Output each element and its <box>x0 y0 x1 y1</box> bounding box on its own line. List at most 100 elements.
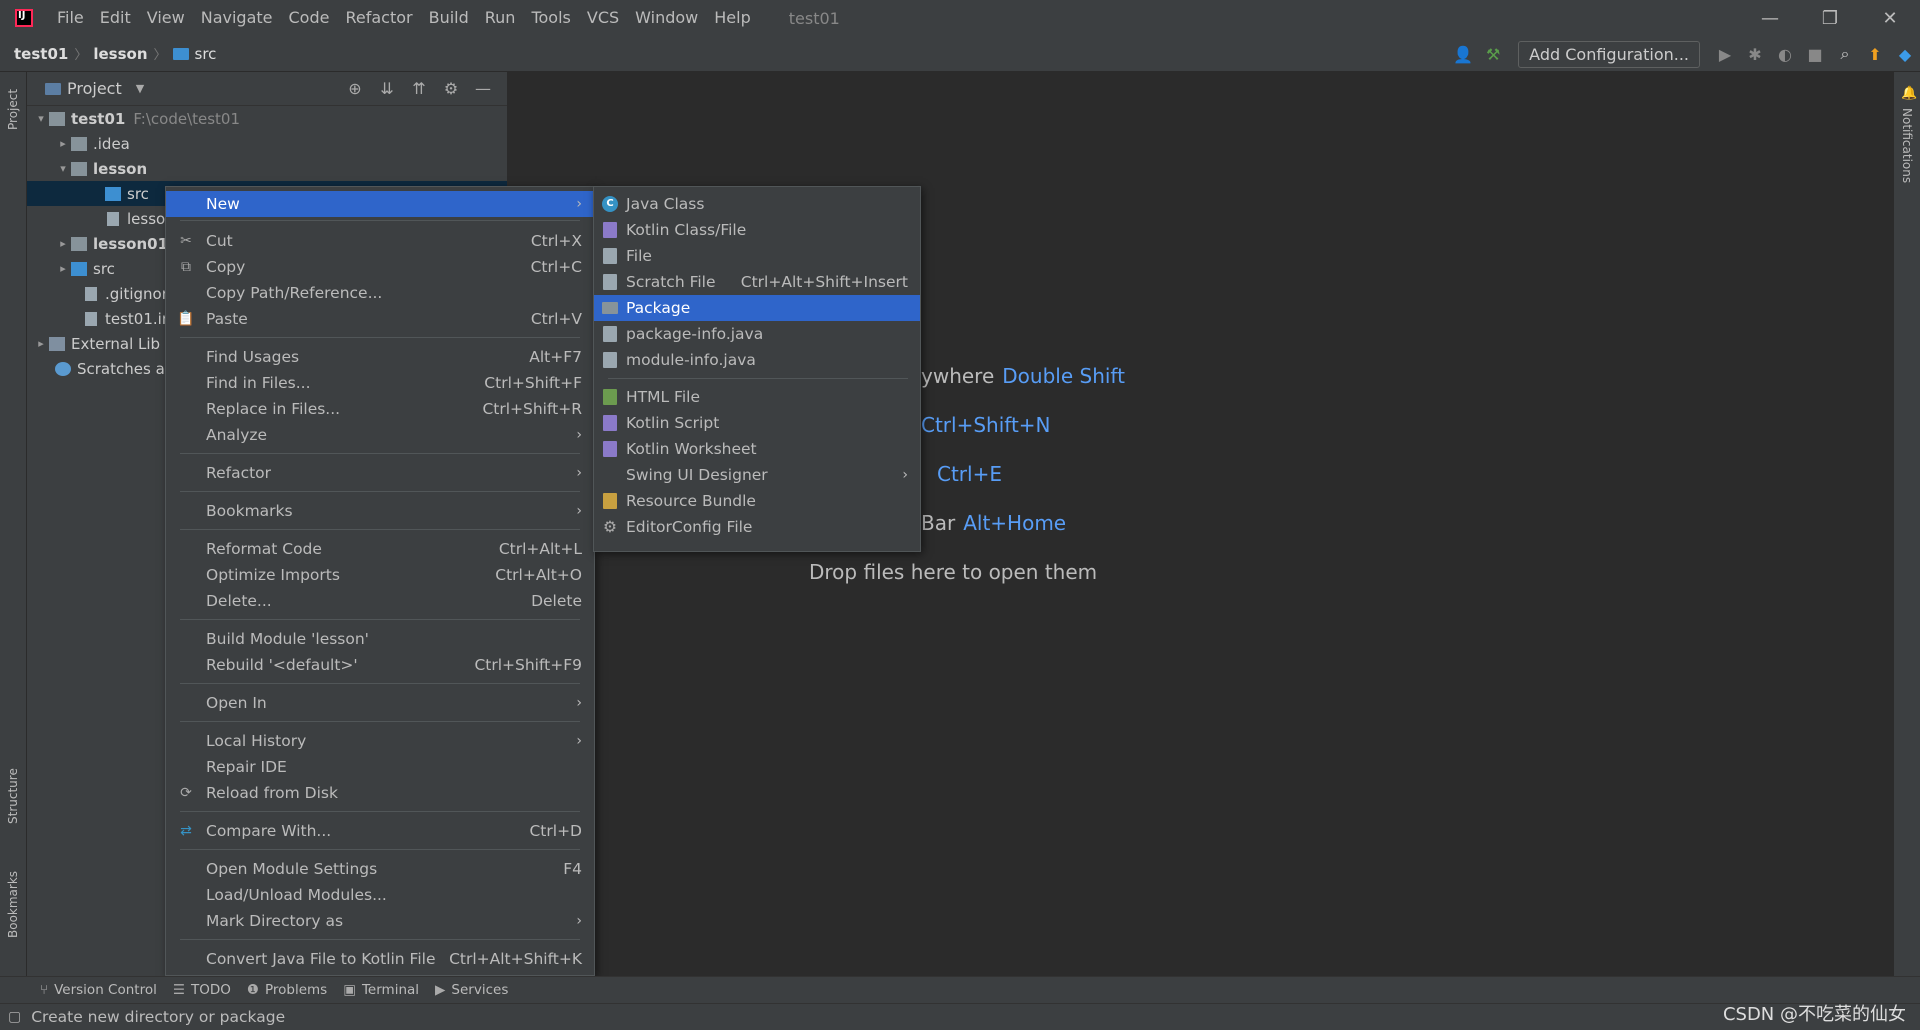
project-panel-title[interactable]: Project <box>67 79 122 98</box>
menu-item-cut[interactable]: ✂ Cut Ctrl+X <box>166 228 594 254</box>
jetbrains-toolbox-icon[interactable]: ◆ <box>1890 45 1920 64</box>
menu-edit[interactable]: Edit <box>92 0 139 36</box>
breadcrumb-root[interactable]: test01 <box>14 45 68 63</box>
close-icon[interactable]: ✕ <box>1860 0 1920 36</box>
submenu-item-kotlin-script[interactable]: Kotlin Script <box>594 410 920 436</box>
coverage-icon[interactable]: ◐ <box>1770 45 1800 64</box>
menu-item-analyze[interactable]: Analyze › <box>166 422 594 448</box>
menu-item-paste[interactable]: 📋 Paste Ctrl+V <box>166 306 594 332</box>
submenu-item-module-info[interactable]: module-info.java <box>594 347 920 373</box>
debug-icon[interactable]: ✱ <box>1740 45 1770 64</box>
menu-view[interactable]: View <box>139 0 193 36</box>
menu-item-open-in[interactable]: Open In › <box>166 690 594 716</box>
menu-help[interactable]: Help <box>706 0 758 36</box>
menu-file[interactable]: File <box>49 0 92 36</box>
menu-tools[interactable]: Tools <box>523 0 578 36</box>
submenu-item-html-file[interactable]: HTML File <box>594 384 920 410</box>
structure-tool-tab[interactable]: Structure <box>6 768 20 824</box>
submenu-item-package[interactable]: Package <box>594 295 920 321</box>
java-class-icon: C <box>602 196 618 212</box>
menu-refactor[interactable]: Refactor <box>337 0 420 36</box>
menu-item-new[interactable]: New › <box>166 191 594 217</box>
user-icon[interactable]: 👤 <box>1448 45 1478 64</box>
menu-item-refactor[interactable]: Refactor › <box>166 460 594 486</box>
chevron-right-icon: › <box>576 733 582 749</box>
restore-icon[interactable]: ❐ <box>1800 0 1860 36</box>
project-tool-tab[interactable]: Project <box>6 89 20 130</box>
breadcrumb-module[interactable]: lesson <box>93 45 147 63</box>
folder-icon <box>172 47 189 60</box>
tree-row[interactable]: ▾ test01 F:\code\test01 <box>27 106 507 131</box>
menu-vcs[interactable]: VCS <box>579 0 627 36</box>
menu-item-replace-in-files[interactable]: Replace in Files... Ctrl+Shift+R <box>166 396 594 422</box>
gear-icon[interactable]: ⚙ <box>435 79 467 98</box>
menu-item-mark-directory-as[interactable]: Mark Directory as › <box>166 908 594 934</box>
menu-item-copy-path[interactable]: Copy Path/Reference... <box>166 280 594 306</box>
chevron-right-icon[interactable]: ▸ <box>55 262 71 275</box>
collapse-all-icon[interactable]: ⇈ <box>403 79 435 98</box>
scissors-icon: ✂ <box>180 233 192 249</box>
menu-item-delete[interactable]: Delete... Delete <box>166 588 594 614</box>
left-tool-strip: Project Structure Bookmarks <box>0 72 27 976</box>
chevron-right-icon: 〉 <box>74 48 88 63</box>
terminal-tab[interactable]: ▣ Terminal <box>343 982 419 998</box>
submenu-item-resource-bundle[interactable]: Resource Bundle <box>594 488 920 514</box>
build-hammer-icon[interactable]: ⚒ <box>1478 45 1508 64</box>
update-icon[interactable]: ⬆ <box>1860 45 1890 64</box>
menu-item-bookmarks[interactable]: Bookmarks › <box>166 498 594 524</box>
chevron-down-icon[interactable]: ▼ <box>136 82 144 95</box>
run-icon[interactable]: ▶ <box>1710 45 1740 64</box>
menu-code[interactable]: Code <box>281 0 338 36</box>
menu-item-local-history[interactable]: Local History › <box>166 728 594 754</box>
submenu-item-package-info[interactable]: package-info.java <box>594 321 920 347</box>
window-layout-icon[interactable]: ▢ <box>8 1009 21 1025</box>
bookmarks-tool-tab[interactable]: Bookmarks <box>6 871 20 938</box>
minimize-icon[interactable]: — <box>1740 0 1800 36</box>
notifications-tool-tab[interactable]: Notifications <box>1900 108 1914 183</box>
submenu-item-scratch-file[interactable]: Scratch File Ctrl+Alt+Shift+Insert <box>594 269 920 295</box>
menu-item-find-in-files[interactable]: Find in Files... Ctrl+Shift+F <box>166 370 594 396</box>
submenu-item-kotlin-class[interactable]: Kotlin Class/File <box>594 217 920 243</box>
menu-item-copy[interactable]: ⧉ Copy Ctrl+C <box>166 254 594 280</box>
todo-tab[interactable]: ☰ TODO <box>173 982 231 998</box>
menu-item-build-module[interactable]: Build Module 'lesson' <box>166 626 594 652</box>
submenu-item-kotlin-worksheet[interactable]: Kotlin Worksheet <box>594 436 920 462</box>
version-control-tab[interactable]: ⑂ Version Control <box>40 982 157 998</box>
menu-navigate[interactable]: Navigate <box>193 0 281 36</box>
hide-icon[interactable]: — <box>467 79 499 98</box>
menu-item-reformat-code[interactable]: Reformat Code Ctrl+Alt+L <box>166 536 594 562</box>
menu-run[interactable]: Run <box>477 0 524 36</box>
menu-item-open-module-settings[interactable]: Open Module Settings F4 <box>166 856 594 882</box>
breadcrumb-folder[interactable]: src <box>195 45 217 63</box>
chevron-right-icon[interactable]: ▸ <box>33 337 49 350</box>
menu-item-compare-with[interactable]: ⇄ Compare With... Ctrl+D <box>166 818 594 844</box>
chevron-down-icon[interactable]: ▾ <box>55 162 71 175</box>
menu-item-load-unload-modules[interactable]: Load/Unload Modules... <box>166 882 594 908</box>
bell-icon[interactable]: 🔔 <box>1901 86 1917 101</box>
submenu-item-editorconfig[interactable]: ⚙ EditorConfig File <box>594 514 920 540</box>
submenu-item-swing-ui-designer[interactable]: Swing UI Designer › <box>594 462 920 488</box>
chevron-right-icon[interactable]: ▸ <box>55 237 71 250</box>
submenu-item-java-class[interactable]: C Java Class <box>594 191 920 217</box>
tree-row[interactable]: ▸ .idea <box>27 131 507 156</box>
menu-build[interactable]: Build <box>421 0 477 36</box>
search-icon[interactable]: ⌕ <box>1830 44 1860 64</box>
menu-item-repair-ide[interactable]: Repair IDE <box>166 754 594 780</box>
menu-window[interactable]: Window <box>627 0 706 36</box>
chevron-right-icon[interactable]: ▸ <box>55 137 71 150</box>
submenu-item-file[interactable]: File <box>594 243 920 269</box>
menu-item-optimize-imports[interactable]: Optimize Imports Ctrl+Alt+O <box>166 562 594 588</box>
problems-tab[interactable]: ❶ Problems <box>247 982 327 998</box>
menu-item-find-usages[interactable]: Find Usages Alt+F7 <box>166 344 594 370</box>
folder-icon <box>71 136 87 151</box>
menu-item-rebuild[interactable]: Rebuild '<default>' Ctrl+Shift+F9 <box>166 652 594 678</box>
add-configuration-button[interactable]: Add Configuration... <box>1518 40 1700 68</box>
menu-item-convert-to-kotlin[interactable]: Convert Java File to Kotlin File Ctrl+Alt… <box>166 946 594 972</box>
menu-item-reload-from-disk[interactable]: ⟳ Reload from Disk <box>166 780 594 806</box>
chevron-down-icon[interactable]: ▾ <box>33 112 49 125</box>
stop-icon[interactable]: ■ <box>1800 45 1830 64</box>
tree-row[interactable]: ▾ lesson <box>27 156 507 181</box>
expand-all-icon[interactable]: ⇊ <box>371 79 403 98</box>
services-tab[interactable]: ▶ Services <box>435 982 508 998</box>
select-opened-file-icon[interactable]: ⊕ <box>339 79 371 98</box>
